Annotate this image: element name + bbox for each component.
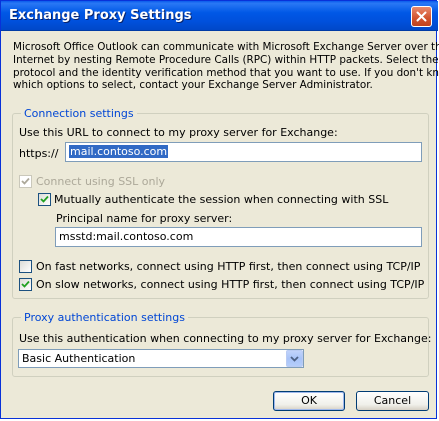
auth-method-dropdown-button[interactable]	[286, 350, 303, 367]
intro-line: Internet by nesting Remote Procedure Cal…	[13, 53, 439, 66]
proxy-auth-legend: Proxy authentication settings	[21, 311, 188, 324]
ssl-only-label: Connect using SSL only	[36, 175, 166, 188]
check-icon	[21, 280, 30, 288]
ssl-only-checkbox[interactable]	[19, 175, 32, 188]
slow-networks-label: On slow networks, connect using HTTP fir…	[36, 278, 425, 291]
proxy-auth-group: Proxy authentication settings	[12, 311, 429, 377]
mutual-auth-label: Mutually authenticate the session when c…	[54, 193, 389, 206]
intro-line: protocol and the identity verification m…	[13, 66, 439, 79]
cancel-button[interactable]: Cancel	[356, 391, 429, 411]
mutual-auth-checkbox[interactable]	[38, 193, 51, 206]
chevron-down-icon	[290, 356, 299, 362]
auth-method-value: Basic Authentication	[22, 352, 136, 365]
slow-networks-checkbox[interactable]	[19, 278, 32, 291]
principal-name-input[interactable]: msstd:mail.contoso.com	[55, 227, 422, 247]
principal-name-value: msstd:mail.contoso.com	[59, 230, 194, 243]
check-icon	[21, 177, 30, 185]
intro-line: which options to select, contact your Ex…	[13, 79, 373, 92]
ok-button[interactable]: OK	[273, 391, 345, 411]
window-title: Exchange Proxy Settings	[9, 8, 192, 23]
principal-name-label: Principal name for proxy server:	[56, 212, 233, 225]
close-icon	[416, 11, 427, 22]
proxy-url-input[interactable]: mail.contoso.com	[65, 142, 422, 162]
close-button[interactable]	[411, 6, 432, 27]
auth-method-select[interactable]: Basic Authentication	[18, 349, 304, 368]
url-prefix-label: https://	[19, 147, 59, 160]
intro-line: Microsoft Office Outlook can communicate…	[13, 41, 439, 53]
fast-networks-label: On fast networks, connect using HTTP fir…	[36, 260, 421, 273]
connection-settings-legend: Connection settings	[21, 107, 137, 120]
fast-networks-checkbox[interactable]	[19, 260, 32, 273]
proxy-url-label: Use this URL to connect to my proxy serv…	[19, 126, 338, 139]
proxy-auth-label: Use this authentication when connecting …	[19, 332, 432, 345]
exchange-proxy-settings-dialog: Exchange Proxy Settings Microsoft Office…	[0, 0, 439, 419]
check-icon	[40, 195, 49, 203]
intro-text: Microsoft Office Outlook can communicate…	[13, 41, 439, 92]
proxy-url-value: mail.contoso.com	[69, 145, 169, 158]
title-bar[interactable]: Exchange Proxy Settings	[1, 1, 438, 31]
